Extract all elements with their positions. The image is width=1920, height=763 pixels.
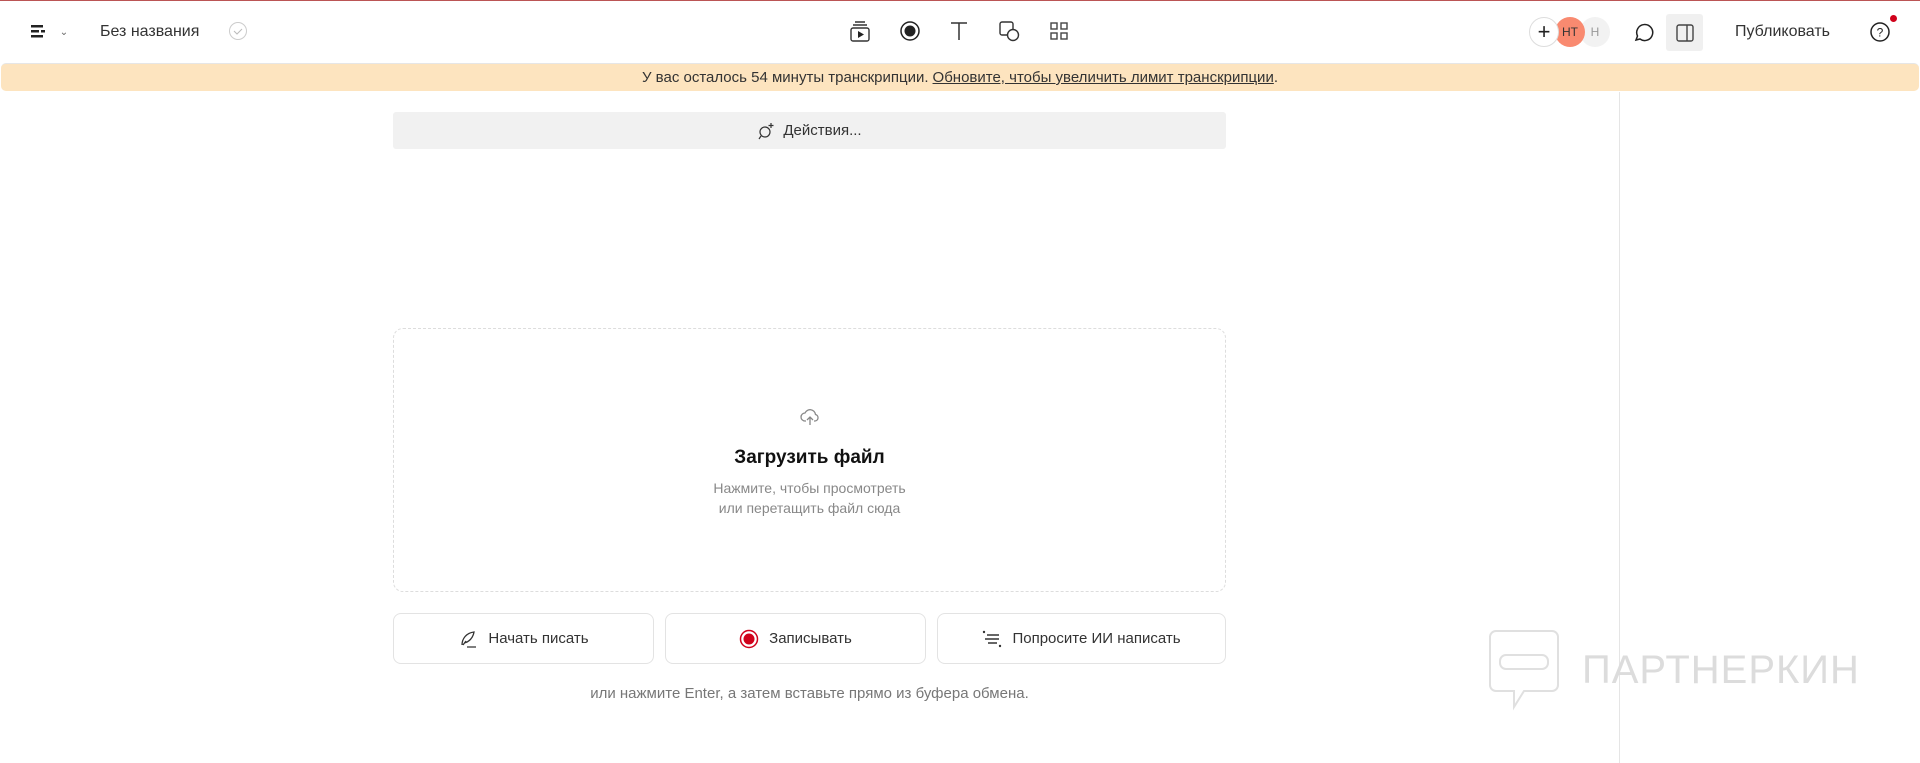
pen-nib-icon [461,630,477,648]
upload-title: Загрузить файл [734,447,885,468]
record-red-icon [739,629,759,648]
record-button[interactable]: Записывать [665,613,926,664]
publish-button[interactable]: Публиковать [1735,23,1830,41]
svg-text:?: ? [1877,26,1884,40]
top-bar: ⌄ Без названия Н НТ + Публиковать ? [0,2,1920,62]
add-user-button[interactable]: + [1529,17,1559,47]
banner-suffix: . [1273,69,1278,86]
start-writing-label: Начать писать [488,630,589,647]
upload-subtitle-1: Нажмите, чтобы просмотреть [713,480,906,496]
upgrade-link[interactable]: Обновите, чтобы увеличить лимит транскри… [933,69,1274,86]
watermark-logo: ПАРТНЕРКИН [1488,629,1860,711]
ai-lines-icon [983,630,1002,647]
actions-label: Действия... [783,122,862,139]
saved-check-icon [228,21,248,41]
document-title[interactable]: Без названия [100,23,199,41]
transcription-limit-banner: У вас осталось 54 минуты транскрипции. О… [1,63,1919,91]
watermark-text: ПАРТНЕРКИН [1582,647,1860,692]
upload-dropzone[interactable]: Загрузить файл Нажмите, чтобы просмотрет… [393,328,1226,592]
upload-subtitle-2: или перетащить файл сюда [718,500,901,516]
actions-sparkle-icon [758,122,774,139]
comment-icon[interactable] [1631,20,1655,44]
presentation-icon[interactable] [848,19,872,43]
chevron-down-icon[interactable]: ⌄ [57,22,71,42]
shapes-icon[interactable] [997,19,1021,43]
avatar[interactable]: НТ [1555,17,1585,47]
ask-ai-label: Попросите ИИ написать [1012,630,1181,647]
record-label: Записывать [769,630,852,647]
menu-logo-icon[interactable] [28,20,52,44]
notification-dot [1890,15,1897,22]
paste-hint: или нажмите Enter, а затем вставьте прям… [590,685,1029,702]
toggle-panel-button[interactable] [1666,14,1703,51]
cloud-upload-icon [799,405,821,427]
ask-ai-button[interactable]: Попросите ИИ написать [937,613,1226,664]
watermark-bubble-icon [1489,630,1559,711]
start-writing-button[interactable]: Начать писать [393,613,654,664]
help-icon[interactable]: ? [1868,20,1892,44]
actions-button[interactable]: Действия... [393,112,1226,149]
banner-text: У вас осталось 54 минуты транскрипции. [641,69,929,86]
text-icon[interactable] [947,19,971,43]
record-icon[interactable] [898,19,922,43]
grid-icon[interactable] [1047,19,1071,43]
